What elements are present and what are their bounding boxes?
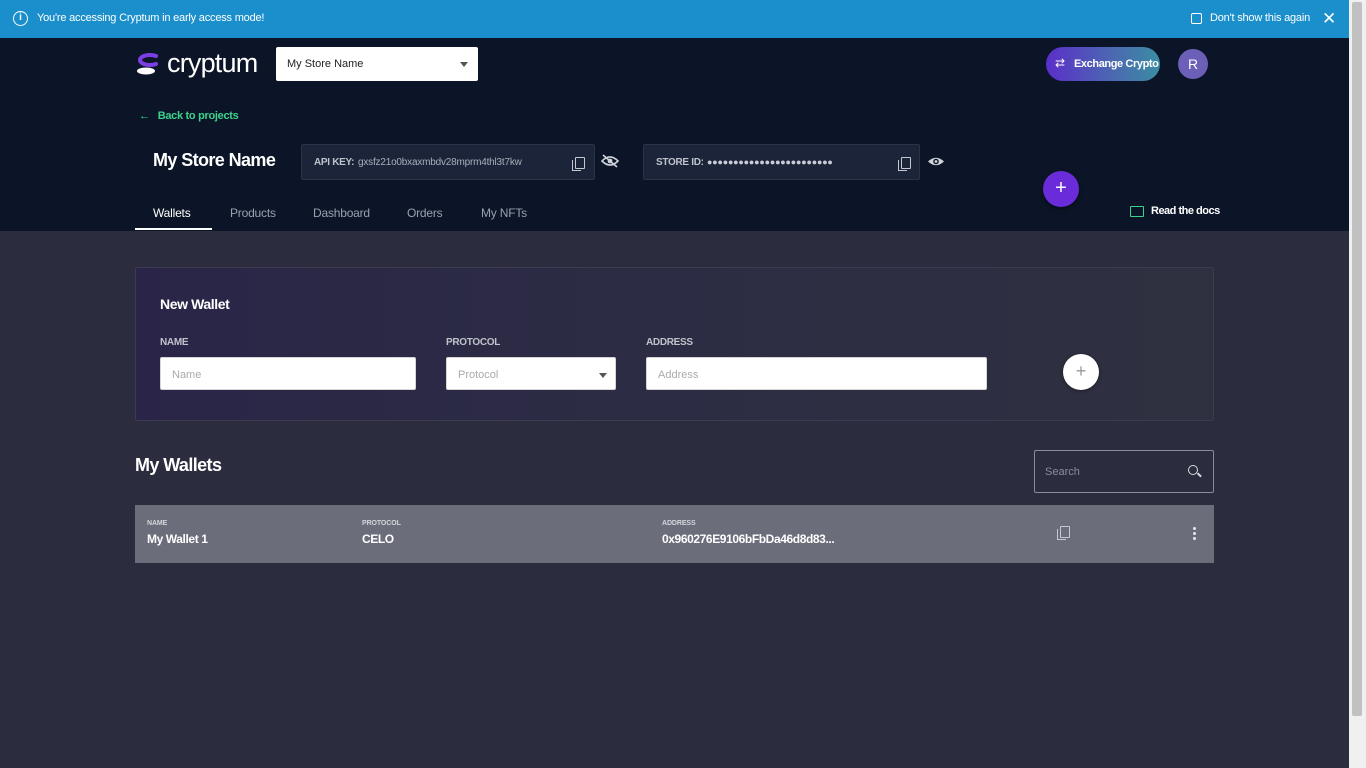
scrollbar[interactable]: [1349, 0, 1366, 768]
address-field[interactable]: Address: [646, 357, 987, 390]
back-to-projects-link[interactable]: ← Back to projects: [139, 110, 239, 122]
tab-orders[interactable]: Orders: [407, 206, 443, 220]
table-row[interactable]: NAME My Wallet 1 PROTOCOL CELO ADDRESS 0…: [135, 505, 1214, 563]
store-id-label: STORE ID:: [656, 157, 704, 168]
tab-wallets[interactable]: Wallets: [153, 206, 191, 220]
name-placeholder: Name: [172, 369, 202, 381]
add-fab-button[interactable]: +: [1043, 171, 1079, 207]
eye-off-icon[interactable]: [600, 154, 620, 173]
active-tab-indicator: [135, 228, 212, 230]
store-selector-value: My Store Name: [287, 58, 364, 70]
store-id-value: ●●●●●●●●●●●●●●●●●●●●●●●●: [707, 157, 833, 167]
name-label: NAME: [160, 337, 189, 348]
dont-show-label[interactable]: Don't show this again: [1210, 12, 1310, 24]
scrollbar-thumb[interactable]: [1352, 2, 1362, 716]
copy-icon[interactable]: [898, 157, 911, 171]
dont-show-checkbox[interactable]: [1191, 13, 1202, 24]
search-placeholder: Search: [1045, 466, 1080, 478]
page-title: My Store Name: [153, 150, 276, 170]
protocol-select[interactable]: Protocol: [446, 357, 616, 390]
read-the-docs-label: Read the docs: [1151, 205, 1220, 217]
logo-text: cryptum: [167, 48, 258, 78]
cryptum-logo-icon: [137, 53, 158, 75]
early-access-banner: i You're accessing Cryptum in early acce…: [0, 0, 1349, 38]
chevron-down-icon: [460, 62, 468, 67]
protocol-placeholder: Protocol: [458, 369, 499, 381]
store-id-box: STORE ID: ●●●●●●●●●●●●●●●●●●●●●●●●: [643, 144, 920, 180]
eye-icon[interactable]: [927, 155, 945, 173]
tab-products[interactable]: Products: [230, 206, 276, 220]
address-label: ADDRESS: [646, 337, 693, 348]
back-label: Back to projects: [157, 110, 239, 122]
banner-message: You're accessing Cryptum in early access…: [37, 12, 265, 24]
store-selector[interactable]: My Store Name: [276, 47, 478, 81]
avatar[interactable]: R: [1178, 49, 1208, 79]
protocol-column-label: PROTOCOL: [362, 520, 401, 527]
folder-icon: [1130, 206, 1144, 217]
arrow-left-icon: ←: [139, 110, 150, 122]
exchange-crypto-button[interactable]: ⇄ Exchange Crypto: [1046, 47, 1160, 81]
address-placeholder: Address: [658, 369, 699, 381]
name-field[interactable]: Name: [160, 357, 416, 390]
search-icon[interactable]: [1188, 465, 1198, 475]
copy-icon[interactable]: [572, 157, 585, 171]
address-column-label: ADDRESS: [662, 520, 696, 527]
api-key-value: gxsfz21o0bxaxmbdv28mprm4thl3t7kw: [358, 157, 522, 168]
my-wallets-title: My Wallets: [135, 455, 222, 475]
name-column-label: NAME: [147, 520, 168, 527]
tab-dashboard[interactable]: Dashboard: [313, 206, 370, 220]
new-wallet-card: New Wallet NAME Name PROTOCOL Protocol A…: [135, 267, 1214, 421]
more-options-icon[interactable]: [1193, 527, 1197, 541]
header: cryptum My Store Name ⇄ Exchange Crypto …: [0, 38, 1349, 231]
wallet-name: My Wallet 1: [147, 532, 208, 546]
wallet-address: 0x960276E9106bFbDa46d8d83...: [662, 532, 835, 546]
exchange-crypto-label: Exchange Crypto: [1074, 58, 1159, 70]
info-icon: i: [13, 11, 28, 26]
api-key-box: API KEY: gxsfz21o0bxaxmbdv28mprm4thl3t7k…: [301, 144, 595, 180]
api-key-label: API KEY:: [314, 157, 355, 168]
search-input[interactable]: Search: [1034, 450, 1214, 493]
tab-my-nfts[interactable]: My NFTs: [481, 206, 527, 220]
new-wallet-title: New Wallet: [160, 296, 230, 312]
wallet-protocol: CELO: [362, 532, 394, 546]
exchange-icon: ⇄: [1055, 56, 1066, 70]
close-icon[interactable]: ✕: [1322, 10, 1336, 27]
protocol-label: PROTOCOL: [446, 337, 501, 348]
copy-icon[interactable]: [1057, 526, 1070, 540]
chevron-down-icon: [599, 373, 607, 378]
add-wallet-button[interactable]: +: [1063, 354, 1099, 390]
